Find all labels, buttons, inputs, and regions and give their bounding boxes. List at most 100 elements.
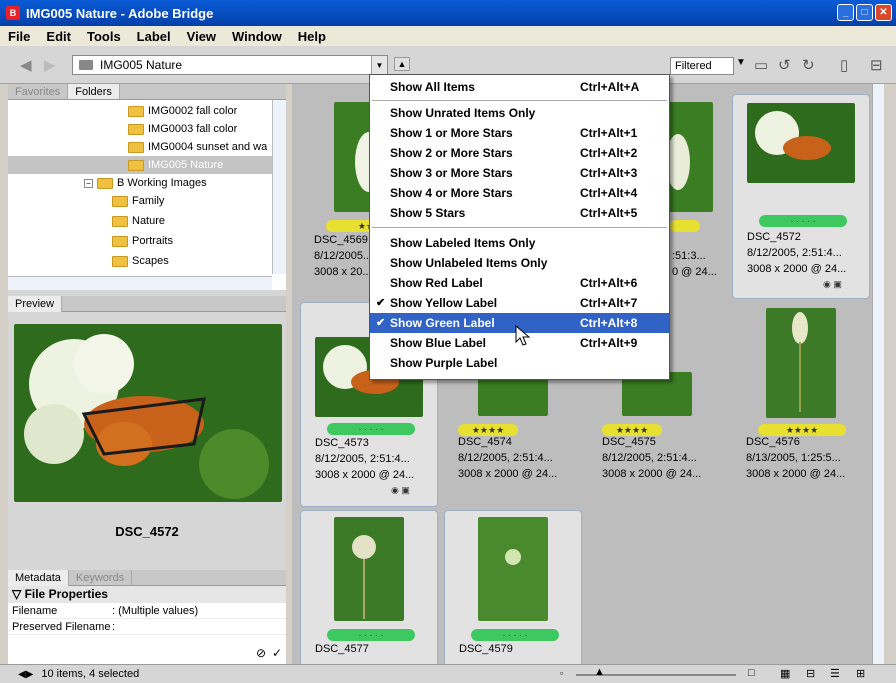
tab-metadata[interactable]: Metadata <box>8 570 69 586</box>
window-title: IMG005 Nature - Adobe Bridge <box>26 5 214 21</box>
bridge-app-icon: B <box>6 6 20 20</box>
folder-vertical-scrollbar[interactable] <box>272 100 286 274</box>
menu-item-red-label[interactable]: Show Red Label Ctrl+Alt+6 <box>370 273 669 293</box>
compact-mode-icon[interactable]: ⊟ <box>870 56 883 74</box>
menu-item-5-stars[interactable]: Show 5 Stars Ctrl+Alt+5 <box>370 203 669 223</box>
preview-pane: DSC_4572 <box>8 312 286 572</box>
small-thumb-icon[interactable]: ▫ <box>560 668 563 678</box>
back-arrow-icon[interactable]: ◀ <box>20 56 32 74</box>
filter-chevron-icon[interactable]: ▼ <box>736 57 746 68</box>
thumbnail-image <box>747 103 855 183</box>
trash-icon[interactable]: ▯ <box>840 56 848 74</box>
folder-item[interactable]: Family <box>112 192 164 210</box>
cursor-pointer-icon <box>515 324 531 346</box>
thumbnail-dsc-4577[interactable]: · · · · · DSC_4577 <box>300 510 438 670</box>
thumbnail-dsc-4572[interactable]: · · · · · DSC_4572 8/12/2005, 2:51:4... … <box>732 94 870 299</box>
thumbnail-dsc-4576[interactable]: ★★★★ DSC_4576 8/13/2005, 1:25:5... 3008 … <box>732 302 870 507</box>
thumbnail-dsc-4579[interactable]: · · · · · DSC_4579 <box>444 510 582 670</box>
window-controls: _ □ ✕ <box>837 4 892 21</box>
close-icon[interactable]: ✕ <box>875 4 892 21</box>
folder-item[interactable]: Portraits <box>112 232 173 250</box>
content-vertical-scrollbar[interactable] <box>872 84 884 664</box>
folder-icon <box>112 195 128 207</box>
folder-icon <box>112 255 128 267</box>
thumb-filename: DSC_4576 <box>746 436 800 448</box>
rating-label: · · · · · <box>759 215 847 227</box>
menu-item-labeled-only[interactable]: Show Labeled Items Only <box>370 233 669 253</box>
thumb-dims: 3008 x 2000 @ 24... <box>602 468 702 480</box>
menu-item-4-stars[interactable]: Show 4 or More Stars Ctrl+Alt+4 <box>370 183 669 203</box>
menu-item-3-stars[interactable]: Show 3 or More Stars Ctrl+Alt+3 <box>370 163 669 183</box>
menu-file[interactable]: File <box>0 29 38 44</box>
versions-view-icon[interactable]: ⊞ <box>856 667 865 680</box>
folder-item-selected[interactable]: IMG005 Nature <box>8 156 272 174</box>
thumbnail-image <box>334 517 404 621</box>
menu-item-1-star[interactable]: Show 1 or More Stars Ctrl+Alt+1 <box>370 123 669 143</box>
path-dropdown[interactable]: IMG005 Nature ▼ <box>72 55 388 75</box>
rating-label <box>670 220 700 232</box>
menu-edit[interactable]: Edit <box>38 29 79 44</box>
new-folder-icon[interactable]: ▭ <box>754 56 768 74</box>
thumb-filename: DSC_4569 <box>314 234 368 246</box>
preview-image <box>14 324 282 502</box>
menu-tools[interactable]: Tools <box>79 29 129 44</box>
menu-help[interactable]: Help <box>290 29 334 44</box>
checkmark-icon[interactable]: ✓ <box>272 646 282 660</box>
tab-preview[interactable]: Preview <box>8 296 63 312</box>
thumb-filename: DSC_4575 <box>602 436 656 448</box>
menu-item-yellow-label[interactable]: ✔ Show Yellow Label Ctrl+Alt+7 <box>370 293 669 313</box>
folder-item[interactable]: Scapes <box>112 252 169 270</box>
file-properties-header[interactable]: ▽ File Properties <box>8 586 286 603</box>
maximize-icon[interactable]: □ <box>856 4 873 21</box>
minimize-icon[interactable]: _ <box>837 4 854 21</box>
folder-item[interactable]: IMG0003 fall color <box>128 120 237 138</box>
tab-keywords[interactable]: Keywords <box>69 570 133 586</box>
menu-item-show-all[interactable]: Show All Items Ctrl+Alt+A <box>370 77 669 97</box>
rating-label: · · · · · <box>327 629 415 641</box>
thumb-dims: 3008 x 2000 @ 24... <box>315 469 415 481</box>
title-bar: B IMG005 Nature - Adobe Bridge _ □ ✕ <box>0 0 896 26</box>
folder-item[interactable]: Nature <box>112 212 165 230</box>
collapse-icon[interactable]: − <box>84 178 93 188</box>
menu-label[interactable]: Label <box>129 29 179 44</box>
folder-item[interactable]: − B Working Images <box>84 174 207 192</box>
no-entry-icon[interactable]: ⊘ <box>256 646 266 660</box>
menu-window[interactable]: Window <box>224 29 290 44</box>
forward-arrow-icon[interactable]: ▶ <box>44 56 56 74</box>
folder-item[interactable]: IMG0002 fall color <box>128 102 237 120</box>
folder-item[interactable]: IMG0004 sunset and wa <box>128 138 267 156</box>
details-view-icon[interactable]: ☰ <box>830 667 840 680</box>
large-thumb-icon[interactable]: □ <box>748 667 755 679</box>
rotate-left-icon[interactable]: ↺ <box>778 56 791 74</box>
menu-item-2-stars[interactable]: Show 2 or More Stars Ctrl+Alt+2 <box>370 143 669 163</box>
menu-bar: File Edit Tools Label View Window Help <box>0 26 896 46</box>
status-bar: ◀▶ 10 items, 4 selected ▫ ▲ □ ▦ ⊟ ☰ ⊞ <box>0 664 896 683</box>
thumb-date: 8/13/2005, 1:25:5... <box>746 452 841 464</box>
folder-icon <box>128 159 144 171</box>
filter-dropdown[interactable]: Filtered <box>670 57 734 75</box>
thumb-filename: DSC_4579 <box>459 643 513 655</box>
thumbnail-image <box>478 517 548 621</box>
path-text: IMG005 Nature <box>100 58 183 72</box>
left-panel: Favorites Folders IMG0002 fall color IMG… <box>8 84 286 664</box>
menu-view[interactable]: View <box>179 29 224 44</box>
chevron-down-icon[interactable]: ▼ <box>371 56 387 74</box>
slider-thumb[interactable]: ▲ <box>594 666 605 678</box>
panel-toggle-icon[interactable]: ◀▶ <box>18 669 33 680</box>
go-up-folder-icon[interactable]: ▲ <box>394 57 410 71</box>
rating-label: · · · · · <box>327 423 415 435</box>
menu-item-unrated[interactable]: Show Unrated Items Only <box>370 103 669 123</box>
edited-badge-icon: ◉ ▣ <box>391 485 410 495</box>
folder-icon <box>128 105 144 117</box>
tab-favorites[interactable]: Favorites <box>8 84 69 99</box>
filmstrip-view-icon[interactable]: ⊟ <box>806 667 815 680</box>
folder-horizontal-scrollbar[interactable] <box>8 276 272 290</box>
thumb-filename: DSC_4577 <box>315 643 369 655</box>
menu-item-purple-label[interactable]: Show Purple Label <box>370 353 669 373</box>
thumbnail-view-icon[interactable]: ▦ <box>780 667 790 680</box>
checkmark-icon: ✔ <box>376 317 386 329</box>
thumb-date: 8/12/2005... <box>314 250 373 262</box>
rotate-right-icon[interactable]: ↻ <box>802 56 815 74</box>
tab-folders[interactable]: Folders <box>68 84 120 99</box>
menu-item-unlabeled-only[interactable]: Show Unlabeled Items Only <box>370 253 669 273</box>
